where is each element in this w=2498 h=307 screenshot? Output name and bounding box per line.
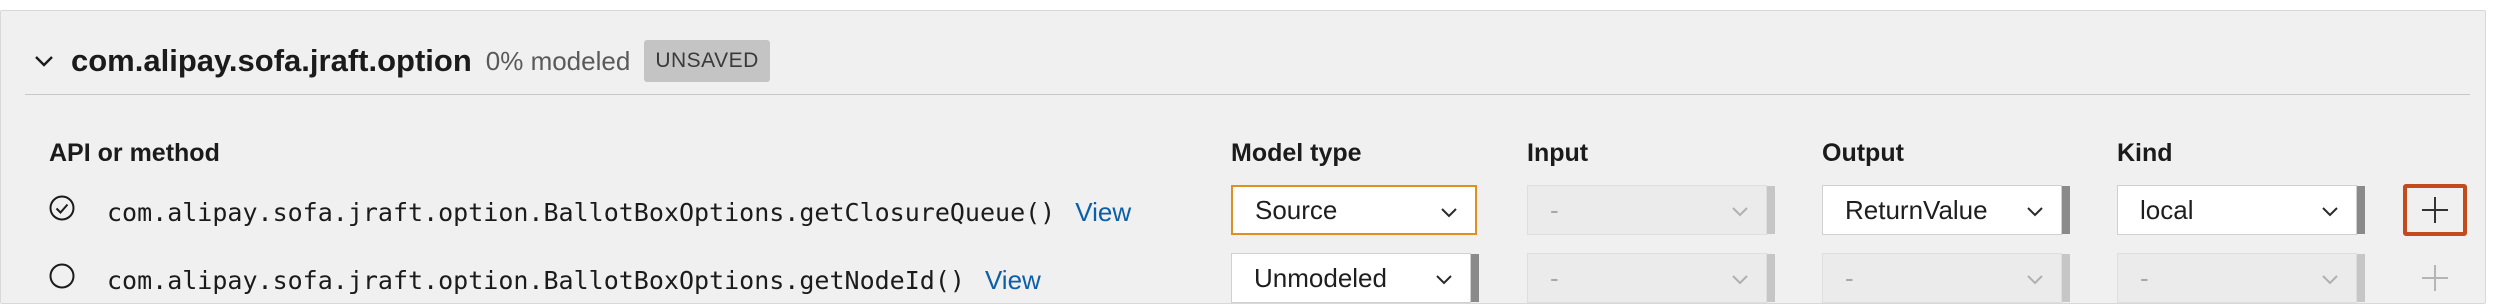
header-divider — [25, 94, 2470, 95]
modeled-percentage: 0% modeled — [485, 45, 631, 76]
chevron-down-icon — [1436, 275, 1452, 285]
chevron-down-icon — [2027, 207, 2043, 217]
plus-icon — [2422, 265, 2448, 291]
check-circle-icon[interactable] — [49, 195, 75, 221]
chevron-down-icon — [1732, 207, 1748, 217]
method-signature: com.alipay.sofa.jraft.option.BallotBoxOp… — [107, 197, 1131, 228]
kind-value: - — [2140, 262, 2149, 293]
add-model-button[interactable] — [2403, 184, 2467, 236]
circle-icon[interactable] — [49, 263, 75, 289]
plus-icon — [2422, 197, 2448, 223]
kind-select[interactable]: - — [2117, 253, 2365, 303]
column-header-input: Input — [1527, 139, 1589, 167]
model-type-select[interactable]: Unmodeled — [1231, 253, 1479, 303]
model-type-select[interactable]: Source — [1231, 185, 1477, 235]
column-header-model-type: Model type — [1231, 139, 1362, 167]
select-edge — [1767, 254, 1775, 302]
column-header-output: Output — [1822, 139, 1904, 167]
model-type-value: Source — [1255, 194, 1338, 225]
view-link[interactable]: View — [985, 265, 1041, 295]
method-name: com.alipay.sofa.jraft.option.BallotBoxOp… — [107, 198, 1056, 227]
view-link[interactable]: View — [1075, 197, 1131, 227]
select-edge — [2062, 254, 2070, 302]
select-edge — [1767, 186, 1775, 234]
select-edge — [2357, 254, 2365, 302]
output-value: ReturnValue — [1845, 194, 1988, 225]
package-panel: com.alipay.sofa.jraft.option 0% modeled … — [0, 10, 2486, 304]
status-badge: UNSAVED — [644, 40, 770, 82]
chevron-down-icon[interactable] — [31, 48, 57, 74]
select-edge — [2357, 186, 2365, 234]
table-row: com.alipay.sofa.jraft.option.BallotBoxOp… — [1, 247, 2485, 307]
table-row: com.alipay.sofa.jraft.option.BallotBoxOp… — [1, 179, 2485, 239]
output-select[interactable]: ReturnValue — [1822, 185, 2070, 235]
chevron-down-icon — [2027, 275, 2043, 285]
method-name: com.alipay.sofa.jraft.option.BallotBoxOp… — [107, 266, 965, 295]
model-type-value: Unmodeled — [1254, 262, 1387, 293]
kind-select[interactable]: local — [2117, 185, 2365, 235]
kind-value: local — [2140, 194, 2194, 225]
select-edge — [2062, 186, 2070, 234]
input-value: - — [1550, 262, 1559, 293]
method-signature: com.alipay.sofa.jraft.option.BallotBoxOp… — [107, 265, 1041, 296]
chevron-down-icon — [2322, 207, 2338, 217]
input-select[interactable]: - — [1527, 185, 1775, 235]
chevron-down-icon — [1441, 208, 1457, 218]
column-header-kind: Kind — [2117, 139, 2173, 167]
input-value: - — [1550, 194, 1559, 225]
add-model-button[interactable] — [2403, 252, 2467, 304]
chevron-down-icon — [1732, 275, 1748, 285]
output-value: - — [1845, 262, 1854, 293]
output-select[interactable]: - — [1822, 253, 2070, 303]
chevron-down-icon — [2322, 275, 2338, 285]
input-select[interactable]: - — [1527, 253, 1775, 303]
column-header-api: API or method — [49, 139, 220, 167]
package-title: com.alipay.sofa.jraft.option — [71, 43, 472, 78]
package-header[interactable]: com.alipay.sofa.jraft.option 0% modeled … — [31, 29, 770, 93]
select-edge — [1471, 254, 1479, 302]
